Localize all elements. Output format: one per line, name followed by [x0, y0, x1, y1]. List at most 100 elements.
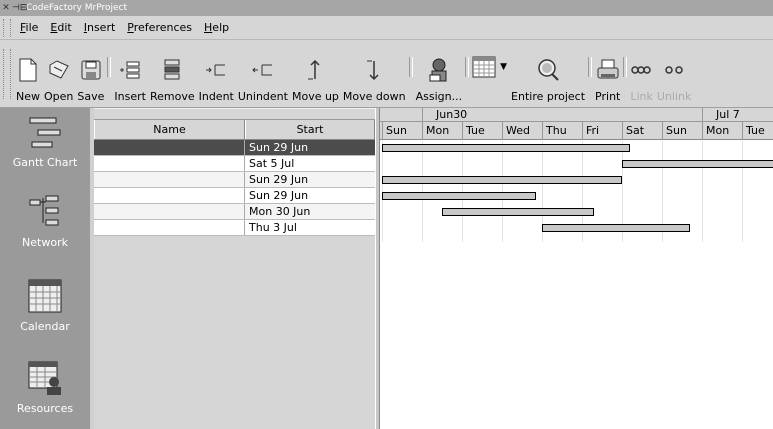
- network-icon: [29, 195, 59, 226]
- sidebar-item-resources[interactable]: Resources: [0, 360, 90, 415]
- save-button[interactable]: Save: [75, 45, 106, 107]
- toolbar-separator: [623, 57, 628, 77]
- menubar-grip[interactable]: [3, 18, 11, 37]
- open-button[interactable]: Open: [42, 45, 75, 107]
- gantt-bars-area: [380, 140, 773, 429]
- assign-button[interactable]: Assign...: [414, 45, 465, 107]
- day-label: Wed: [506, 124, 530, 137]
- task-bar[interactable]: [382, 192, 536, 200]
- sidebar-item-calendar[interactable]: Calendar: [0, 278, 90, 333]
- menu-edit[interactable]: Edit: [44, 21, 77, 34]
- day-gridline: [422, 140, 423, 242]
- task-start-cell[interactable]: Mon 30 Jun: [245, 204, 375, 219]
- move-down-button[interactable]: Move down: [341, 45, 408, 107]
- column-header-start[interactable]: Start: [245, 120, 375, 139]
- task-start-cell[interactable]: Thu 3 Jul: [245, 220, 375, 235]
- task-bar[interactable]: [622, 160, 773, 168]
- task-bar[interactable]: [382, 144, 630, 152]
- view-menu-button[interactable]: ▼: [470, 45, 509, 107]
- task-name-cell[interactable]: [94, 204, 245, 219]
- entire-project-button[interactable]: Entire project: [509, 45, 587, 107]
- task-start-cell[interactable]: Sun 29 Jun: [245, 172, 375, 187]
- insert-task-icon: [120, 61, 140, 79]
- menu-file[interactable]: File: [14, 21, 44, 34]
- toolbar-grip[interactable]: [3, 49, 11, 99]
- new-button[interactable]: New: [14, 45, 42, 107]
- indent-icon: [206, 64, 226, 76]
- task-name-cell[interactable]: [94, 172, 245, 187]
- menu-bar: File Edit Insert Preferences Help: [0, 16, 773, 40]
- task-start-cell[interactable]: Sun 29 Jun: [245, 188, 375, 203]
- task-rows: Sun 29 Jun Sat 5 Jul Sun 29 Jun Sun 29 J…: [94, 140, 375, 236]
- table-header-spacer: [94, 108, 375, 120]
- menu-preferences[interactable]: Preferences: [121, 21, 198, 34]
- table-row[interactable]: Sun 29 Jun: [94, 140, 375, 156]
- remove-task-icon: [164, 59, 180, 80]
- unlink-icon: [665, 66, 683, 74]
- day-divider: [422, 122, 423, 140]
- table-row[interactable]: Sun 29 Jun: [94, 188, 375, 204]
- day-label: Mon: [706, 124, 730, 137]
- table-row[interactable]: Sat 5 Jul: [94, 156, 375, 172]
- day-label: Fri: [586, 124, 600, 137]
- day-divider: [542, 122, 543, 140]
- table-row[interactable]: Sun 29 Jun: [94, 172, 375, 188]
- printer-icon: [597, 59, 619, 79]
- task-name-cell[interactable]: [94, 220, 245, 235]
- day-divider: [622, 122, 623, 140]
- day-gridline: [702, 140, 703, 242]
- sidebar-item-network[interactable]: Network: [0, 194, 90, 249]
- link-button[interactable]: Link: [628, 45, 655, 107]
- task-start-cell[interactable]: Sat 5 Jul: [245, 156, 375, 171]
- task-start-cell[interactable]: Sun 29 Jun: [245, 140, 375, 155]
- day-label: Thu: [546, 124, 567, 137]
- dropdown-arrow-icon: ▼: [500, 62, 508, 72]
- gantt-chart: Jun30 Jul 7 Sun Mon Tue Wed Thu Fri Sat Sun Mon T…: [380, 108, 773, 429]
- day-label: Tue: [466, 124, 485, 137]
- week-divider: [702, 108, 703, 122]
- day-label: Sun: [666, 124, 687, 137]
- task-bar[interactable]: [442, 208, 594, 216]
- gantt-week-header: Jun30 Jul 7: [380, 108, 773, 122]
- print-button[interactable]: Print: [593, 45, 622, 107]
- table-header: Name Start: [94, 120, 375, 140]
- remove-button[interactable]: Remove: [148, 45, 197, 107]
- move-up-icon: [308, 59, 320, 80]
- task-name-cell[interactable]: [94, 156, 245, 171]
- task-name-cell[interactable]: [94, 140, 245, 155]
- task-table: Name Start Sun 29 Jun Sat 5 Jul Sun 29 J…: [94, 108, 375, 429]
- table-row[interactable]: Mon 30 Jun: [94, 204, 375, 220]
- toolbar-separator: [588, 57, 593, 77]
- sidebar-item-gantt-chart[interactable]: Gantt Chart: [0, 114, 90, 169]
- week-divider: [422, 108, 423, 122]
- zoom-icon: [538, 59, 559, 81]
- task-bar[interactable]: [382, 176, 622, 184]
- link-icon: [630, 66, 651, 74]
- task-name-cell[interactable]: [94, 188, 245, 203]
- task-bar[interactable]: [542, 224, 690, 232]
- unlink-button[interactable]: Unlink: [655, 45, 693, 107]
- calendar-icon: [28, 279, 62, 313]
- day-divider: [662, 122, 663, 140]
- day-divider: [502, 122, 503, 140]
- menu-help[interactable]: Help: [198, 21, 235, 34]
- move-down-icon: [367, 60, 379, 81]
- column-header-name[interactable]: Name: [94, 120, 245, 139]
- indent-button[interactable]: Indent: [197, 45, 236, 107]
- insert-button[interactable]: Insert: [112, 45, 148, 107]
- gantt-view: Name Start Sun 29 Jun Sat 5 Jul Sun 29 J…: [90, 108, 773, 429]
- app-icon: ⊣⊟: [12, 3, 28, 13]
- toolbar-separator: [107, 57, 112, 77]
- toolbar: New Open Save Insert Remove Indent Unind…: [0, 40, 773, 108]
- close-icon[interactable]: ✕: [0, 3, 12, 13]
- day-label: Sat: [626, 124, 645, 137]
- menu-insert[interactable]: Insert: [78, 21, 122, 34]
- move-up-button[interactable]: Move up: [290, 45, 341, 107]
- day-label: Tue: [746, 124, 765, 137]
- unindent-button[interactable]: Unindent: [236, 45, 290, 107]
- window-title: CodeFactory MrProject: [26, 3, 128, 13]
- assign-resource-icon: [429, 58, 447, 82]
- gantt-icon: [29, 117, 61, 148]
- day-divider: [582, 122, 583, 140]
- table-row[interactable]: Thu 3 Jul: [94, 220, 375, 236]
